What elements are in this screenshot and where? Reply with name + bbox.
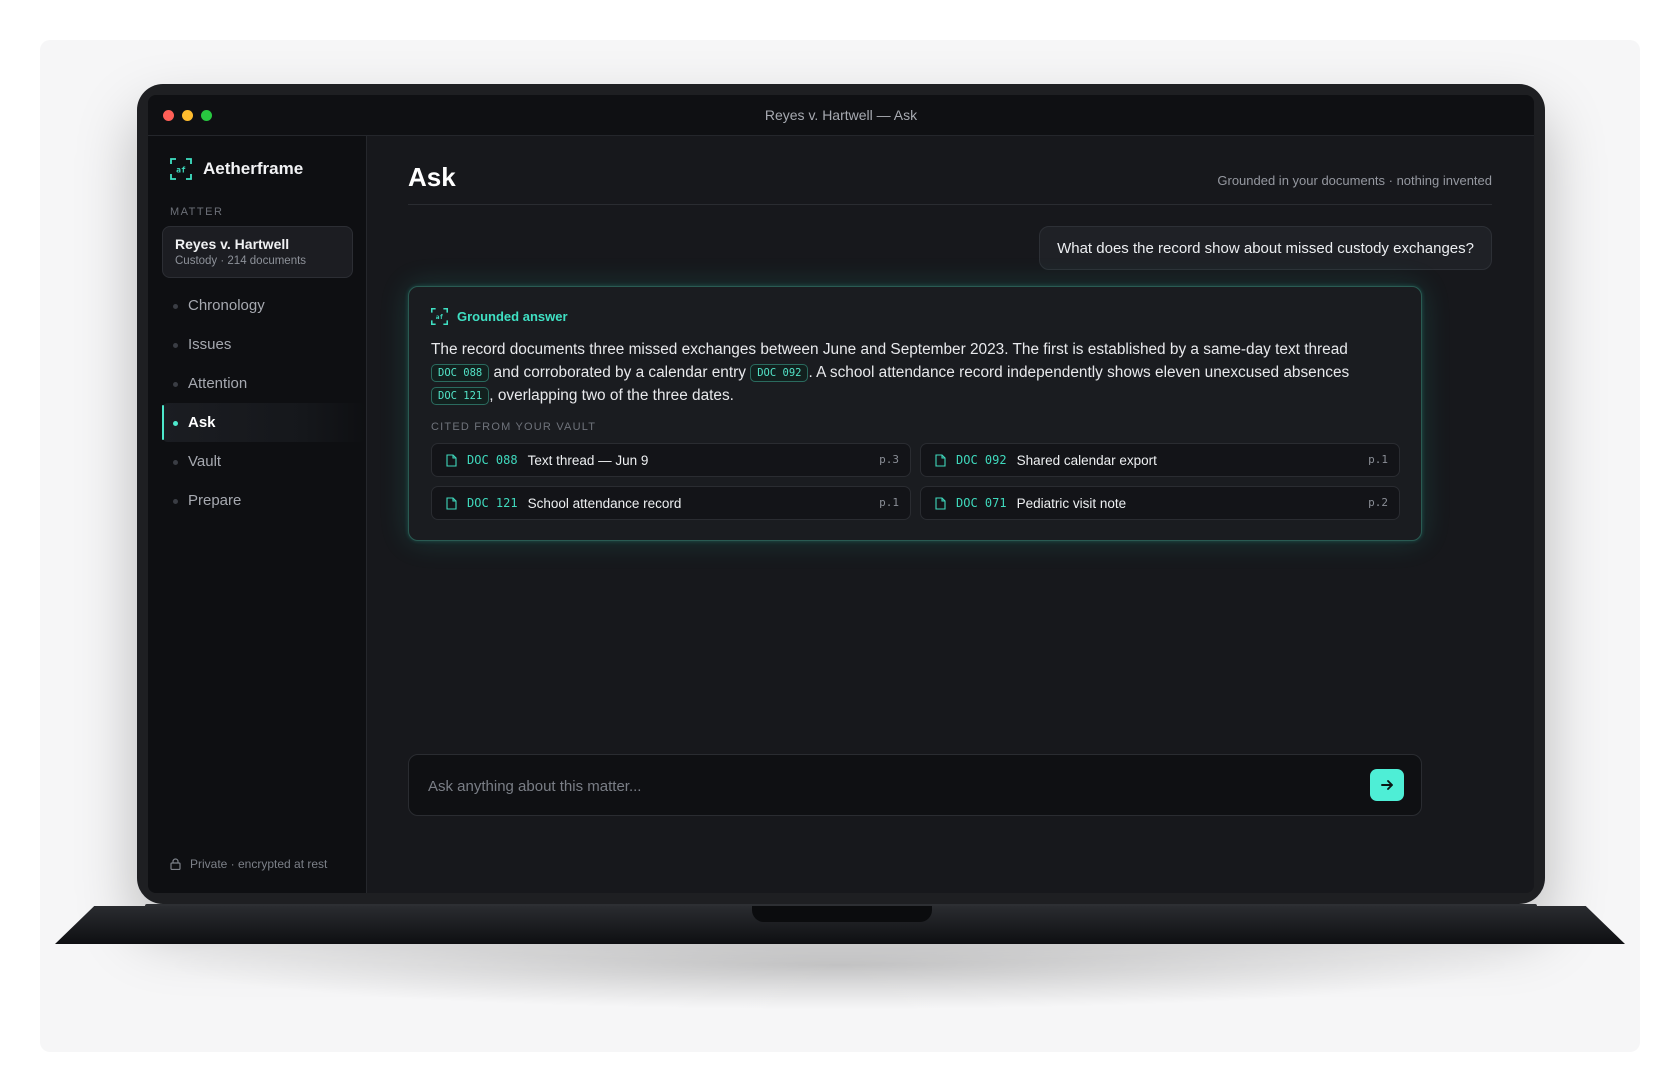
source-title: Shared calendar export [1016, 452, 1157, 468]
bullet-icon [173, 499, 178, 504]
sidebar-item-vault[interactable]: Vault [162, 442, 366, 481]
bullet-icon [173, 421, 178, 426]
page-title: Ask [408, 162, 456, 192]
sidebar-item-label: Vault [188, 453, 222, 470]
sidebar-item-label: Prepare [188, 492, 242, 509]
grounded-answer-card: af Grounded answer The record documents … [408, 286, 1422, 541]
citation-chip[interactable]: DOC 088 [431, 364, 490, 382]
title-bar: Reyes v. Hartwell — Ask [148, 95, 1534, 136]
source-doc-id: DOC 088 [467, 453, 518, 467]
sidebar-item-label: Chronology [188, 297, 265, 314]
answer-header: af Grounded answer [431, 308, 568, 325]
bullet-icon [173, 460, 178, 465]
ask-input[interactable] [426, 755, 1350, 817]
matter-meta: Custody · 214 documents [175, 255, 307, 267]
main-panel: Ask Grounded in your documents · nothing… [367, 136, 1534, 893]
sidebar-item-ask[interactable]: Ask [162, 403, 366, 442]
sidebar-item-chronology[interactable]: Chronology [162, 286, 366, 325]
citation-chip[interactable]: DOC 121 [431, 387, 490, 405]
source-card[interactable]: DOC 088 Text thread — Jun 9 p.3 [431, 443, 911, 477]
source-page: p.2 [1368, 496, 1388, 509]
privacy-note: Private · encrypted at rest [170, 857, 327, 871]
document-icon [446, 453, 457, 467]
header-divider [408, 204, 1492, 205]
source-card[interactable]: DOC 121 School attendance record p.1 [431, 486, 911, 520]
answer-text-part: and corroborated by a calendar entry [489, 364, 751, 381]
source-title: Pediatric visit note [1016, 495, 1127, 511]
answer-text-part: , overlapping two of the three dates. [489, 387, 734, 404]
sidebar: af Aetherframe MATTER Reyes v. Hartwell … [148, 136, 367, 893]
laptop-notch [752, 906, 932, 922]
source-page: p.1 [1368, 453, 1388, 466]
ask-input-bar [408, 754, 1422, 817]
matter-name: Reyes v. Hartwell [175, 236, 290, 252]
aetherframe-logo-icon: af [431, 308, 448, 325]
privacy-note-text: Private · encrypted at rest [190, 857, 328, 871]
answer-label: Grounded answer [457, 309, 568, 324]
document-icon [935, 496, 946, 510]
sidebar-item-issues[interactable]: Issues [162, 325, 366, 364]
bullet-icon [173, 343, 178, 348]
document-icon [446, 496, 457, 510]
cited-sources-label: CITED FROM YOUR VAULT [431, 421, 597, 433]
citation-chip[interactable]: DOC 092 [750, 364, 809, 382]
brand-name: Aetherframe [203, 159, 304, 178]
window-title: Reyes v. Hartwell — Ask [764, 107, 918, 123]
source-card[interactable]: DOC 071 Pediatric visit note p.2 [920, 486, 1400, 520]
source-title: Text thread — Jun 9 [527, 452, 649, 468]
matter-section-label: MATTER [170, 206, 224, 218]
document-icon [935, 453, 946, 467]
source-page: p.3 [879, 453, 899, 466]
answer-text-part: . A school attendance record independent… [808, 364, 1350, 381]
source-doc-id: DOC 121 [467, 496, 518, 510]
brand[interactable]: af Aetherframe [170, 158, 303, 180]
answer-text: The record documents three missed exchan… [431, 338, 1391, 407]
arrow-right-icon [1381, 780, 1393, 790]
bullet-icon [173, 382, 178, 387]
sidebar-item-label: Attention [188, 375, 248, 392]
user-question-bubble: What does the record show about missed c… [1039, 226, 1492, 270]
aetherframe-logo-icon: af [170, 158, 192, 180]
sidebar-item-label: Issues [188, 336, 232, 353]
svg-text:af: af [436, 314, 444, 321]
grounding-tagline: Grounded in your documents · nothing inv… [1217, 173, 1492, 188]
sidebar-item-label: Ask [188, 414, 216, 431]
sidebar-item-prepare[interactable]: Prepare [162, 481, 366, 520]
matter-selector[interactable]: Reyes v. Hartwell Custody · 214 document… [162, 226, 353, 278]
sidebar-item-attention[interactable]: Attention [162, 364, 366, 403]
answer-text-part: The record documents three missed exchan… [431, 341, 1348, 358]
source-page: p.1 [879, 496, 899, 509]
svg-text:af: af [176, 166, 186, 175]
sidebar-nav: Chronology Issues Attention Ask Vault Pr… [162, 286, 366, 520]
app-window: Reyes v. Hartwell — Ask af Aetherframe M… [148, 95, 1534, 893]
source-title: School attendance record [527, 495, 682, 511]
source-doc-id: DOC 092 [956, 453, 1007, 467]
lock-icon [170, 858, 181, 870]
bullet-icon [173, 304, 178, 309]
source-doc-id: DOC 071 [956, 496, 1007, 510]
source-card[interactable]: DOC 092 Shared calendar export p.1 [920, 443, 1400, 477]
send-button[interactable] [1370, 769, 1404, 801]
